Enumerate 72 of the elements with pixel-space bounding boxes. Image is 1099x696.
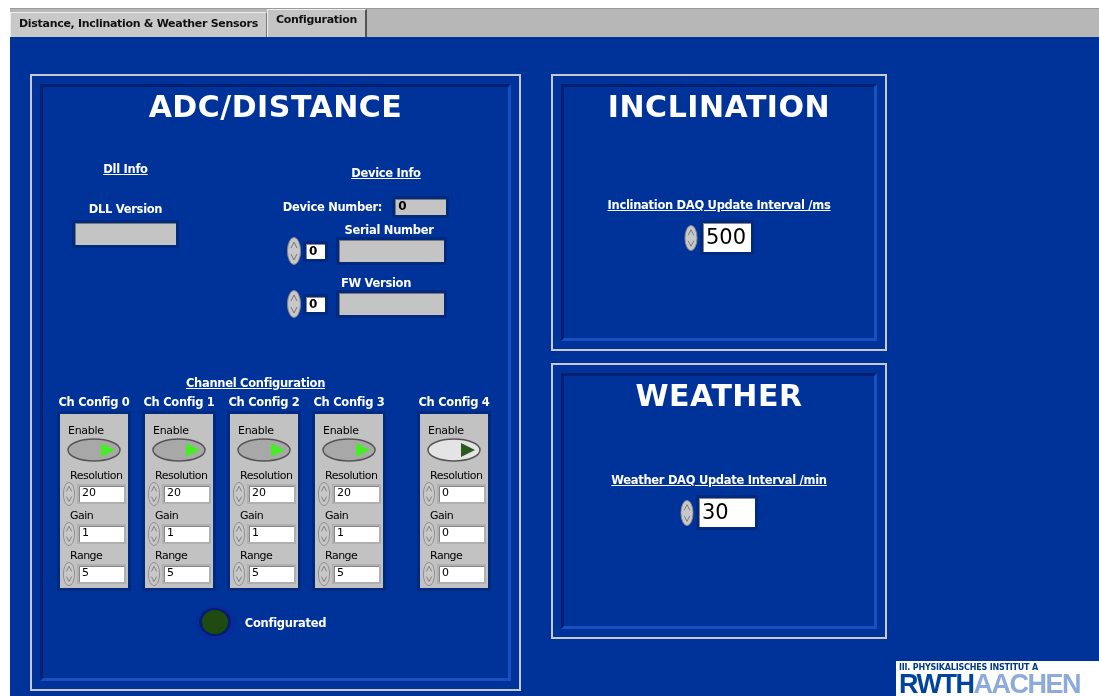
field-label: Gain xyxy=(240,509,265,522)
number-field[interactable]: 1 xyxy=(247,524,296,544)
field-label: Range xyxy=(430,549,464,562)
number-field[interactable]: 20 xyxy=(332,484,381,504)
number-field[interactable]: 5 xyxy=(332,564,381,584)
number-field[interactable]: 1 xyxy=(332,524,381,544)
field-label: Range xyxy=(325,549,359,562)
channel-title: Ch Config 1 xyxy=(143,395,215,409)
number-field[interactable]: 0 xyxy=(437,564,486,584)
channel-title: Ch Config 2 xyxy=(228,395,300,409)
field-label: Gain xyxy=(70,509,95,522)
readout-field: 0 xyxy=(392,196,450,218)
panel-title: INCLINATION xyxy=(607,89,831,124)
number-field[interactable]: 0 xyxy=(437,524,486,544)
enable-switch[interactable] xyxy=(236,437,292,463)
number-field[interactable]: 0 xyxy=(437,484,486,504)
status-label: Configurated xyxy=(244,616,327,630)
field-label: Resolution xyxy=(430,469,484,482)
spinner-control[interactable] xyxy=(287,290,301,318)
logo-word: RWTH xyxy=(899,671,974,696)
number-field[interactable]: 1 xyxy=(77,524,126,544)
field-label: Serial Number xyxy=(344,223,434,237)
field-label: Resolution xyxy=(240,469,294,482)
enable-switch[interactable] xyxy=(426,437,482,463)
spinner-control[interactable] xyxy=(287,237,301,265)
enable-label: Enable xyxy=(323,424,360,437)
field-label: Gain xyxy=(430,509,455,522)
enable-switch[interactable] xyxy=(66,437,122,463)
tab[interactable]: Distance, Inclination & Weather Sensors xyxy=(10,12,267,37)
field-label: Device Number: xyxy=(282,200,383,214)
number-field[interactable]: 5 xyxy=(162,564,211,584)
number-field[interactable]: 0 xyxy=(303,293,328,315)
panel-title: WEATHER xyxy=(635,378,803,413)
field-label: FW Version xyxy=(340,276,412,290)
field-label: Range xyxy=(240,549,274,562)
number-field[interactable]: 30 xyxy=(696,495,758,530)
number-field[interactable]: 1 xyxy=(162,524,211,544)
interval-label: Inclination DAQ Update Interval /ms xyxy=(607,198,831,212)
enable-label: Enable xyxy=(428,424,465,437)
number-field[interactable]: 20 xyxy=(77,484,126,504)
number-field[interactable]: 20 xyxy=(247,484,296,504)
field-label: DLL Version xyxy=(88,202,163,216)
channel-title: Ch Config 4 xyxy=(418,395,490,409)
field-label: Range xyxy=(155,549,189,562)
spinner-control[interactable] xyxy=(680,499,694,526)
field-label: Resolution xyxy=(325,469,379,482)
panel-title: ADC/DISTANCE xyxy=(148,89,403,124)
section-heading: Channel Configuration xyxy=(185,376,326,390)
enable-switch[interactable] xyxy=(151,437,207,463)
logo-word: AACHEN xyxy=(973,671,1080,696)
enable-label: Enable xyxy=(153,424,190,437)
spinner-control[interactable] xyxy=(684,224,698,251)
enable-label: Enable xyxy=(68,424,105,437)
number-field[interactable]: 0 xyxy=(303,240,328,262)
number-field[interactable]: 5 xyxy=(247,564,296,584)
number-field[interactable]: 20 xyxy=(162,484,211,504)
enable-label: Enable xyxy=(238,424,275,437)
interval-label: Weather DAQ Update Interval /min xyxy=(611,473,827,487)
field-label: Gain xyxy=(325,509,350,522)
channel-title: Ch Config 0 xyxy=(58,395,130,409)
tab[interactable]: Configuration xyxy=(266,9,367,37)
field-label: Resolution xyxy=(155,469,209,482)
field-label: Gain xyxy=(155,509,180,522)
field-label: Resolution xyxy=(70,469,124,482)
section-heading: Device Info xyxy=(351,166,421,180)
number-field[interactable]: 5 xyxy=(77,564,126,584)
institute-name: III. PHYSIKALISCHES INSTITUT A xyxy=(899,663,1039,672)
enable-switch[interactable] xyxy=(321,437,377,463)
section-heading: Dll Info xyxy=(103,162,148,176)
field-label: Range xyxy=(70,549,104,562)
number-field[interactable]: 500 xyxy=(700,220,754,255)
channel-title: Ch Config 3 xyxy=(313,395,385,409)
